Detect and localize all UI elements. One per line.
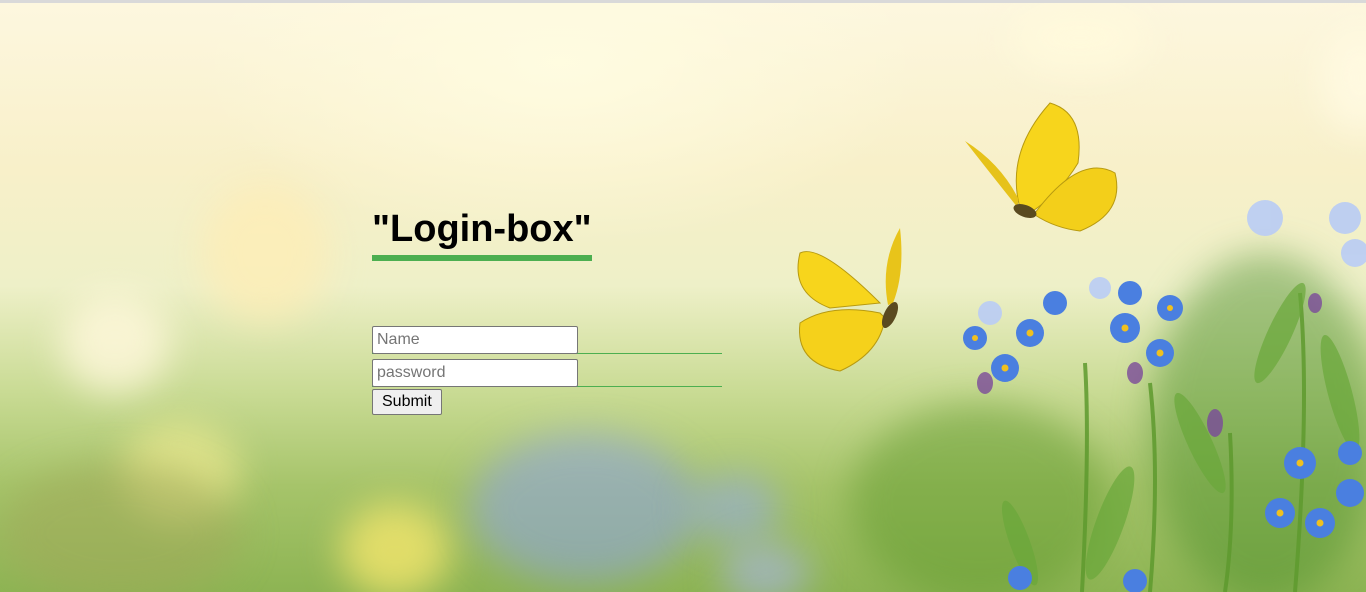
password-input[interactable] bbox=[372, 359, 578, 387]
password-field-row bbox=[372, 359, 732, 387]
name-input[interactable] bbox=[372, 326, 578, 354]
login-box: "Login-box" Submit bbox=[372, 206, 732, 415]
butterfly-icon-upper bbox=[965, 102, 1118, 232]
login-title: "Login-box" bbox=[372, 206, 592, 261]
submit-button[interactable]: Submit bbox=[372, 389, 442, 415]
flowers-butterflies-illustration bbox=[797, 102, 1366, 592]
butterfly-icon-lower bbox=[797, 228, 902, 372]
background-meadow-image bbox=[0, 3, 1366, 592]
name-field-row bbox=[372, 326, 732, 354]
